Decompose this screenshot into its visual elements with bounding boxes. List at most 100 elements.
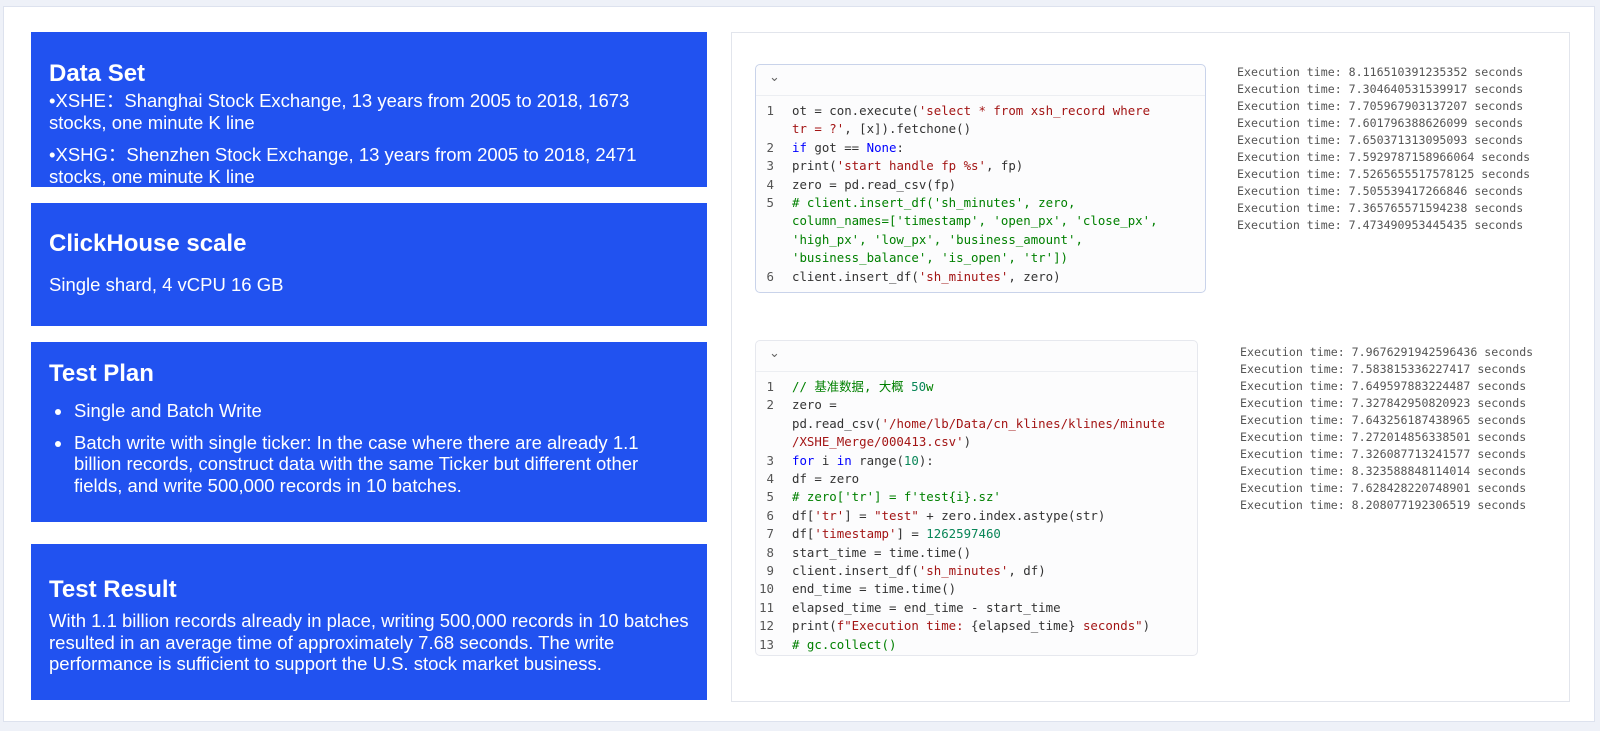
code-text: 'business_balance', 'is_open', 'tr']) (792, 250, 1069, 266)
output-line: Execution time: 7.649597883224487 second… (1240, 379, 1527, 393)
code-text: if got == None: (792, 139, 904, 155)
code-line: 10 end_time = time.time() (756, 580, 1197, 598)
code-text: tr = ?', [x]).fetchone() (792, 121, 972, 137)
cell-output-2: Execution time: 7.9676291942596436 secon… (1240, 344, 1533, 514)
plan-list: Single and Batch Write Batch write with … (49, 400, 689, 496)
output-line: Execution time: 7.650371313095093 second… (1237, 133, 1524, 147)
code-cell-1[interactable]: ⌄ 1 ot = con.execute('select * from xsh_r… (755, 64, 1206, 293)
plan-panel: Test Plan Single and Batch Write Batch w… (31, 342, 707, 522)
output-line: Execution time: 8.323588848114014 second… (1240, 464, 1527, 478)
code-line: /XSHE_Merge/000413.csv') (756, 433, 1197, 451)
line-number: 6 (766, 268, 774, 284)
line-number: 3 (766, 158, 774, 174)
code-text: elapsed_time = end_time - start_time (792, 599, 1061, 615)
code-line: 2 if got == None: (756, 139, 1205, 157)
line-number (756, 249, 792, 267)
line-number (756, 212, 792, 230)
output-line: Execution time: 7.705967903137207 second… (1237, 99, 1524, 113)
code-line: 3 for i in range(10): (756, 452, 1197, 470)
code-text: column_names=['timestamp', 'open_px', 'c… (792, 213, 1158, 229)
scale-panel: ClickHouse scale Single shard, 4 vCPU 16… (31, 203, 707, 326)
output-line: Execution time: 7.5929787158966064 secon… (1237, 150, 1531, 164)
code-line: 13 # gc.collect() (756, 636, 1197, 654)
code-text: end_time = time.time() (792, 581, 957, 597)
code-text: print(f"Execution time: {elapsed_time} s… (792, 618, 1151, 634)
code-line: pd.read_csv('/home/lb/Data/cn_klines/kli… (756, 415, 1197, 433)
code-editor-1[interactable]: 1 ot = con.execute('select * from xsh_rec… (756, 96, 1205, 286)
output-line: Execution time: 7.326087713241577 second… (1240, 447, 1527, 461)
chevron-down-icon[interactable]: ⌄ (769, 346, 780, 361)
code-text: zero = (792, 397, 837, 413)
line-number: 9 (766, 563, 774, 579)
code-line: 4 zero = pd.read_csv(fp) (756, 176, 1205, 194)
code-line: 2 zero = (756, 396, 1197, 414)
plan-title: Test Plan (49, 360, 154, 387)
code-editor-2[interactable]: 1 // 基准数据, 大概 50w 2 zero = pd.read_csv('/hom… (756, 372, 1197, 654)
code-text: # zero['tr'] = f'test{i}.sz' (792, 489, 1001, 505)
result-body: With 1.1 billion records already in plac… (49, 610, 689, 674)
code-text: pd.read_csv('/home/lb/Data/cn_klines/kli… (792, 415, 1166, 431)
code-line: 11 elapsed_time = end_time - start_time (756, 599, 1197, 617)
output-line: Execution time: 7.272014856338501 second… (1240, 430, 1527, 444)
line-number: 11 (759, 599, 774, 615)
output-line: Execution time: 8.116510391235352 second… (1237, 65, 1524, 79)
output-line: Execution time: 7.304640531539917 second… (1237, 82, 1524, 96)
code-text: # gc.collect() (792, 636, 897, 652)
line-number: 5 (766, 195, 774, 211)
output-line: Execution time: 7.473490953445435 second… (1237, 218, 1524, 232)
dataset-panel: Data Set •XSHE：Shanghai Stock Exchange, … (31, 32, 707, 187)
code-line: 9 client.insert_df('sh_minutes', df) (756, 562, 1197, 580)
line-number: 1 (766, 379, 774, 394)
output-line: Execution time: 7.5265655517578125 secon… (1237, 167, 1531, 181)
code-text: # client.insert_df('sh_minutes', zero, (792, 195, 1076, 211)
code-line: 6 client.insert_df('sh_minutes', zero) (756, 268, 1205, 286)
plan-item-single-ticker: Batch write with single ticker: In the c… (73, 432, 689, 497)
code-line: 6 df['tr'] = "test" + zero.index.astype(s… (756, 507, 1197, 525)
code-text: df = zero (792, 471, 860, 487)
line-number: 5 (766, 489, 774, 505)
code-line: 12 print(f"Execution time: {elapsed_time}… (756, 617, 1197, 635)
code-line: 3 print('start handle fp %s', fp) (756, 157, 1205, 175)
line-number (756, 231, 792, 249)
code-line: 1 ot = con.execute('select * from xsh_rec… (756, 102, 1205, 120)
output-line: Execution time: 7.327842950820923 second… (1240, 396, 1527, 410)
code-cell-2[interactable]: ⌄ 1 // 基准数据, 大概 50w 2 zero = pd.read_csv('/h… (755, 340, 1198, 656)
line-number: 4 (766, 471, 774, 487)
output-line: Execution time: 7.583815336227417 second… (1240, 362, 1527, 376)
dataset-line-xshe: •XSHE：Shanghai Stock Exchange, 13 years … (49, 90, 630, 133)
line-number (756, 120, 792, 138)
line-number: 10 (759, 581, 774, 597)
result-panel: Test Result With 1.1 billion records alr… (31, 544, 707, 700)
output-line: Execution time: 7.601796388626099 second… (1237, 116, 1524, 130)
code-text: print('start handle fp %s', fp) (792, 158, 1024, 174)
code-line: 'high_px', 'low_px', 'business_amount', (756, 231, 1205, 249)
code-text: start_time = time.time() (792, 544, 972, 560)
output-line: Execution time: 7.643256187438965 second… (1240, 413, 1527, 427)
output-line: Execution time: 8.208077192306519 second… (1240, 498, 1527, 512)
line-number: 1 (766, 103, 774, 118)
scale-title: ClickHouse scale (49, 230, 247, 257)
output-line: Execution time: 7.365765571594238 second… (1237, 201, 1524, 215)
output-line: Execution time: 7.628428220748901 second… (1240, 481, 1527, 495)
code-line: 5 # zero['tr'] = f'test{i}.sz' (756, 488, 1197, 506)
line-number (756, 415, 792, 433)
code-text: client.insert_df('sh_minutes', df) (792, 563, 1046, 579)
code-line: 7 df['timestamp'] = 1262597460 (756, 525, 1197, 543)
line-number: 12 (759, 618, 774, 634)
cell-output-1: Execution time: 8.116510391235352 second… (1237, 64, 1530, 234)
output-line: Execution time: 7.505539417266846 second… (1237, 184, 1524, 198)
code-line: 'business_balance', 'is_open', 'tr']) (756, 249, 1205, 267)
code-text: df['timestamp'] = 1262597460 (792, 526, 1001, 542)
code-line: tr = ?', [x]).fetchone() (756, 120, 1205, 138)
code-line: 8 start_time = time.time() (756, 544, 1197, 562)
line-number: 4 (766, 176, 774, 192)
chevron-down-icon[interactable]: ⌄ (769, 70, 780, 85)
code-line: 5 # client.insert_df('sh_minutes', zero, (756, 194, 1205, 212)
code-text: 'high_px', 'low_px', 'business_amount', (792, 231, 1083, 247)
code-text: df['tr'] = "test" + zero.index.astype(st… (792, 507, 1106, 523)
code-text: zero = pd.read_csv(fp) (792, 176, 957, 192)
scale-body: Single shard, 4 vCPU 16 GB (49, 274, 284, 295)
line-number: 6 (766, 507, 774, 523)
code-text: client.insert_df('sh_minutes', zero) (792, 268, 1061, 284)
code-text: ot = con.execute('select * from xsh_reco… (792, 103, 1151, 118)
